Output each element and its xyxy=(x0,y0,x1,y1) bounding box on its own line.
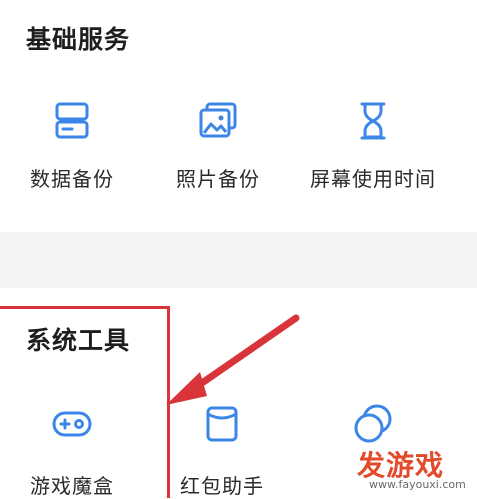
tile-label: 数据备份 xyxy=(30,167,114,191)
highlight-box xyxy=(0,306,170,498)
basic-services-section: 基础服务 数据备份 照片备份 屏幕使用时间 xyxy=(0,0,477,232)
photo-backup-icon xyxy=(199,102,237,138)
tile-label: 屏幕使用时间 xyxy=(310,167,436,191)
hourglass-icon xyxy=(360,102,386,140)
watermark-url: www.fayouxi.com xyxy=(369,478,466,491)
tile-label: 照片备份 xyxy=(176,167,260,191)
watermark: 发游戏 www.fayouxi.com xyxy=(329,444,469,492)
section-divider xyxy=(0,232,477,288)
section-title-basic-services: 基础服务 xyxy=(26,25,131,54)
multi-window-icon xyxy=(354,404,392,443)
red-packet-icon xyxy=(206,406,238,442)
database-backup-icon xyxy=(55,102,89,139)
